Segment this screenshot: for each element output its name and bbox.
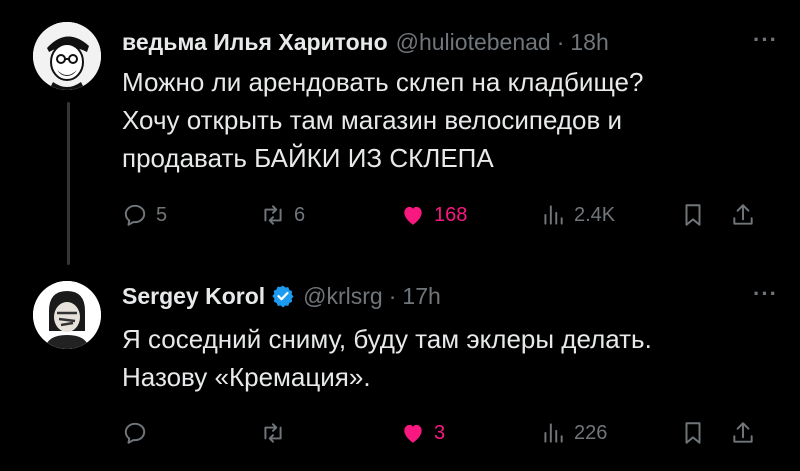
tweet-text: Можно ли арендовать склеп на кладбище? Х… [122,63,760,177]
tweet-text-line: Я соседний сниму, буду там эклеры делать… [122,324,652,354]
profile-photo-image [33,281,101,349]
avatar[interactable] [33,281,101,349]
retweet-icon [264,205,282,225]
reply-button[interactable]: 5 [122,198,167,232]
bookmark-icon [685,204,701,226]
author-handle[interactable]: @huliotebenad [396,29,551,56]
views-button[interactable]: 226 [540,416,607,450]
share-button[interactable] [730,416,764,450]
reply-count: 5 [156,204,168,226]
like-count: 3 [434,422,446,444]
reply-icon [124,204,146,226]
tweet-text: Я соседний сниму, буду там эклеры делать… [122,320,760,396]
like-count: 168 [434,204,468,226]
like-button[interactable]: 168 [400,198,467,232]
timestamp[interactable]: 18h [570,29,608,56]
bookmark-button[interactable] [680,198,714,232]
views-button[interactable]: 2.4K [540,198,615,232]
author-name[interactable]: Sergey Korol [122,283,265,310]
retweet-count: 6 [294,204,306,226]
tweet-text-line: Назову «Кремация». [122,362,371,392]
view-count: 226 [574,422,608,444]
verified-badge-icon[interactable] [271,284,295,308]
share-icon [733,204,753,225]
views-bar-chart-icon [544,423,563,443]
thread-connector [67,102,70,265]
bookmark-icon [685,422,701,444]
reply-button[interactable] [122,416,156,450]
more-options-icon[interactable]: ··· [753,281,778,307]
more-options-icon[interactable]: ··· [753,27,778,53]
tweet-text-line: Можно ли арендовать склеп на кладбище? [122,67,644,97]
tweet-header: ведьма Илья Харитоно @huliotebenad · 18h [122,27,780,57]
tweet-text-line: Хочу открыть там магазин велосипедов и [122,105,623,135]
heart-filled-icon [404,424,422,443]
view-count: 2.4K [574,204,616,226]
separator-dot: · [556,28,565,55]
action-bar: 5 6 168 2.4K [122,198,780,232]
tweet-text-line: продавать БАЙКИ ИЗ СКЛЕПА [122,143,494,173]
author-handle[interactable]: @krlsrg [303,283,383,310]
retweet-button[interactable] [260,416,294,450]
action-bar: 3 226 [122,416,780,450]
separator-dot: · [388,282,397,309]
avatar[interactable] [33,22,101,90]
share-button[interactable] [730,198,764,232]
heart-filled-icon [404,206,422,225]
like-button[interactable]: 3 [400,416,445,450]
retweet-icon [264,423,282,443]
caricature-avatar-image [33,22,101,90]
author-name[interactable]: ведьма Илья Харитоно [122,29,388,56]
reply-icon [124,422,146,444]
share-icon [733,422,753,443]
retweet-button[interactable]: 6 [260,198,305,232]
bookmark-button[interactable] [680,416,714,450]
tweet-header: Sergey Korol @krlsrg · 17h [122,281,780,311]
views-bar-chart-icon [544,205,563,225]
timestamp[interactable]: 17h [402,283,440,310]
